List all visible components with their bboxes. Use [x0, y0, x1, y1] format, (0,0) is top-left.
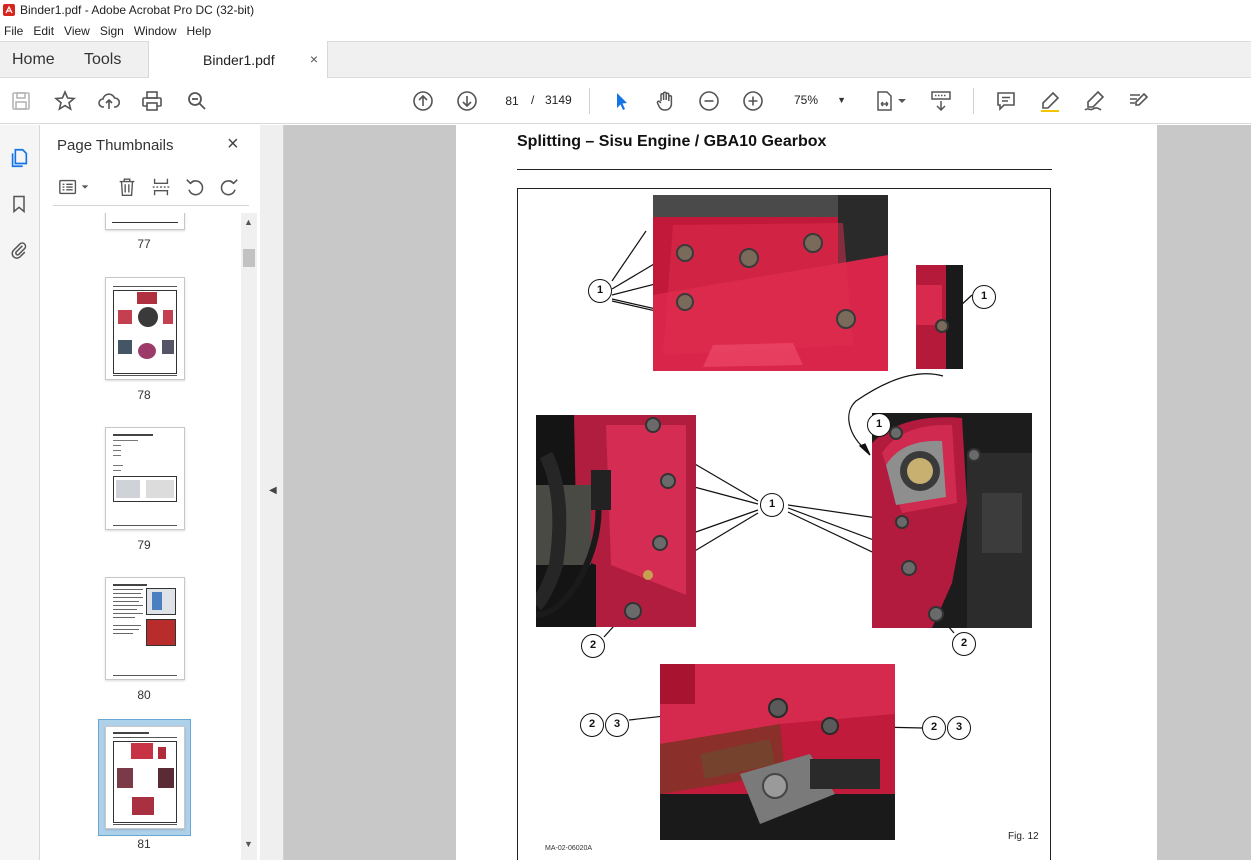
- page-thumbnail-label: 79: [137, 538, 151, 552]
- page-heading: Splitting – Sisu Engine / GBA10 Gearbox: [517, 133, 827, 150]
- menu-view[interactable]: View: [59, 24, 95, 38]
- total-pages: 3149: [545, 93, 572, 107]
- pages-icon[interactable]: [7, 146, 31, 170]
- chevron-down-icon: ▼: [837, 95, 846, 105]
- menu-window[interactable]: Window: [129, 24, 182, 38]
- heading-rule: [517, 169, 1052, 170]
- scroll-up-arrow-icon[interactable]: ▲: [244, 217, 253, 227]
- fit-page-icon[interactable]: [872, 88, 898, 114]
- print-icon[interactable]: [139, 88, 165, 114]
- window-title: Binder1.pdf - Adobe Acrobat Pro DC (32-b…: [20, 3, 255, 17]
- thumbnail-list: 77 78 79 80 81: [41, 213, 241, 860]
- bookmark-icon[interactable]: [7, 192, 31, 216]
- page-number-input[interactable]: 81: [496, 89, 528, 111]
- rotate-right-icon[interactable]: [217, 175, 241, 199]
- menu-edit[interactable]: Edit: [28, 24, 59, 38]
- callout-3: 3: [947, 716, 971, 740]
- zoom-select[interactable]: 75% ▼: [786, 89, 850, 111]
- callout-1: 1: [972, 285, 996, 309]
- scroll-mode-icon[interactable]: [928, 88, 954, 114]
- scroll-down-arrow-icon[interactable]: ▼: [244, 839, 253, 849]
- tab-home[interactable]: Home: [12, 42, 55, 78]
- chevron-down-icon[interactable]: [79, 175, 91, 199]
- zoom-out-icon[interactable]: [696, 88, 722, 114]
- page-up-icon[interactable]: [410, 88, 436, 114]
- photo-bolt-closeup: [916, 265, 963, 369]
- thumbnail-scrollbar[interactable]: ▲ ▼: [241, 213, 257, 860]
- navigation-rail: [0, 125, 40, 860]
- tab-document[interactable]: Binder1.pdf ×: [148, 41, 328, 79]
- tab-tools[interactable]: Tools: [84, 42, 121, 78]
- toolbar-divider: [589, 88, 590, 114]
- page-thumbnail-label: 78: [137, 388, 151, 402]
- figure-frame: 1 1 1 1 2 2 2 3 2 3 Fig. 12 MA-02-06020A: [517, 188, 1051, 860]
- menu-bar: File Edit View Sign Window Help: [0, 20, 1251, 41]
- thumbnail-tools: [57, 173, 252, 203]
- callout-1: 1: [588, 279, 612, 303]
- figure-label: Fig. 12: [1008, 831, 1039, 842]
- page-thumbnail[interactable]: [105, 427, 185, 530]
- page-thumbnail[interactable]: [105, 213, 185, 230]
- callout-2: 2: [922, 716, 946, 740]
- scrollbar-thumb[interactable]: [243, 249, 255, 267]
- photo-bottom-mount: [660, 664, 895, 840]
- close-tab-icon[interactable]: ×: [310, 51, 318, 67]
- select-arrow-icon[interactable]: [608, 88, 634, 114]
- panel-title: Page Thumbnails: [57, 137, 174, 154]
- close-panel-icon[interactable]: ×: [227, 133, 239, 156]
- thumbnail-options-icon[interactable]: [57, 175, 81, 199]
- menu-help[interactable]: Help: [182, 24, 217, 38]
- callout-1: 1: [760, 493, 784, 517]
- tab-document-label: Binder1.pdf: [203, 52, 275, 68]
- toolbar-divider: [973, 88, 974, 114]
- panel-divider: [53, 205, 249, 206]
- callout-2: 2: [580, 713, 604, 737]
- upload-icon[interactable]: [96, 88, 122, 114]
- photo-top-engine-bolts: [653, 195, 888, 371]
- page-down-icon[interactable]: [454, 88, 480, 114]
- menu-file[interactable]: File: [0, 24, 28, 38]
- thumbnails-panel: Page Thumbnails × 77 78 79 80 81 ▲ ▼: [41, 125, 259, 860]
- page-thumbnail-label: 80: [137, 688, 151, 702]
- callout-1: 1: [867, 413, 891, 437]
- tabs-row: Home Tools Binder1.pdf ×: [0, 41, 1251, 79]
- page-thumbnail[interactable]: [105, 577, 185, 680]
- acrobat-logo-icon: [3, 4, 15, 16]
- comment-icon[interactable]: [993, 88, 1019, 114]
- page-thumbnail-current[interactable]: [105, 726, 185, 829]
- panel-splitter[interactable]: ◀: [260, 125, 284, 860]
- attachment-icon[interactable]: [7, 238, 31, 262]
- fit-page-dropdown-icon[interactable]: [896, 88, 908, 114]
- star-icon[interactable]: [52, 88, 78, 114]
- search-icon[interactable]: [184, 88, 210, 114]
- page-thumbnail-label: 77: [137, 237, 151, 251]
- page-thumbnail-label: 81: [137, 837, 151, 851]
- page-separator: /: [531, 93, 535, 107]
- rotate-left-icon[interactable]: [183, 175, 207, 199]
- insert-page-icon[interactable]: [149, 175, 173, 199]
- photo-gearbox-housing-right: [872, 413, 1032, 628]
- collapse-panel-arrow-icon[interactable]: ◀: [269, 485, 277, 496]
- title-bar: Binder1.pdf - Adobe Acrobat Pro DC (32-b…: [0, 0, 1251, 20]
- pdf-page[interactable]: Splitting – Sisu Engine / GBA10 Gearbox: [456, 125, 1157, 860]
- zoom-in-icon[interactable]: [740, 88, 766, 114]
- fill-sign-icon[interactable]: [1125, 88, 1151, 114]
- photo-engine-flange-left: [536, 415, 696, 627]
- menu-sign[interactable]: Sign: [95, 24, 129, 38]
- highlight-icon[interactable]: [1037, 88, 1063, 114]
- figure-code: MA-02-06020A: [545, 845, 593, 852]
- callout-2: 2: [952, 632, 976, 656]
- delete-page-icon[interactable]: [115, 175, 139, 199]
- sign-icon[interactable]: [1081, 88, 1107, 114]
- page-thumbnail[interactable]: [105, 277, 185, 380]
- zoom-value: 75%: [794, 93, 819, 107]
- callout-2: 2: [581, 634, 605, 658]
- save-icon[interactable]: [8, 88, 34, 114]
- callout-3: 3: [605, 713, 629, 737]
- toolbar: 81 / 3149 75% ▼: [0, 78, 1251, 124]
- hand-icon[interactable]: [652, 88, 678, 114]
